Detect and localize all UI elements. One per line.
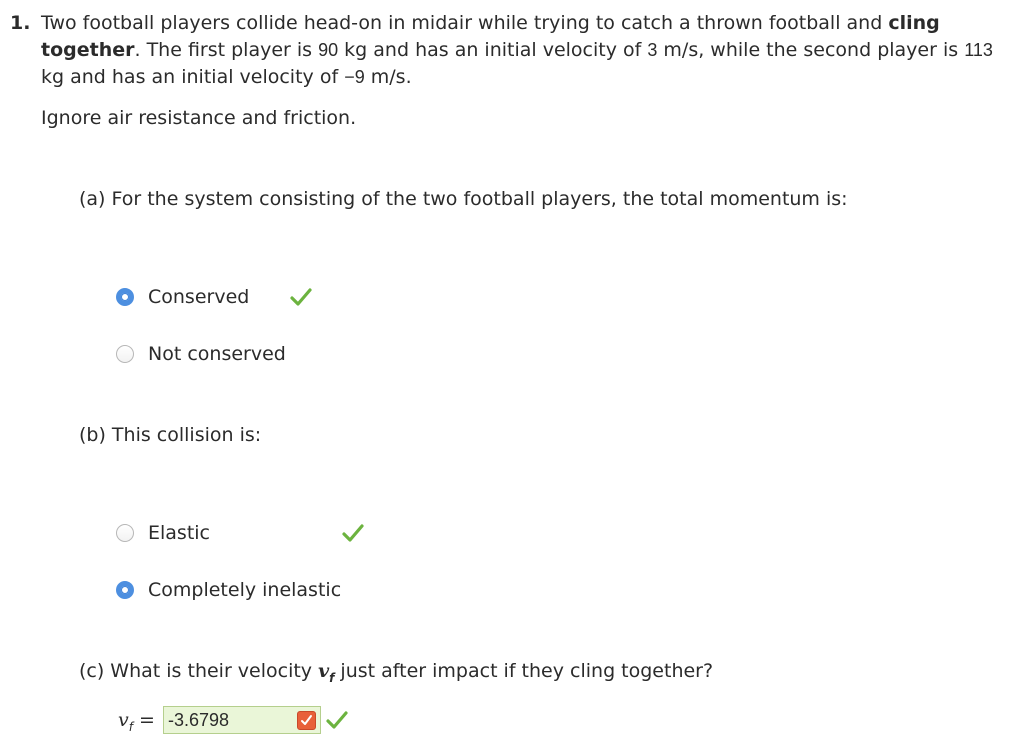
radio-unselected-icon[interactable] — [116, 524, 134, 542]
velocity-1: 3 — [647, 40, 658, 60]
part-a-prompt: (a) For the system consisting of the two… — [79, 188, 848, 210]
option-completely-inelastic[interactable]: Completely inelastic — [116, 577, 341, 603]
part-c-prompt: (c) What is their velocity vf just after… — [79, 660, 714, 685]
answer-label: vf = — [118, 709, 155, 734]
question-page: 1. Two football players collide head-on … — [0, 0, 1024, 747]
question-note: Ignore air resistance and friction. — [41, 107, 357, 129]
option-label: Not conserved — [148, 343, 286, 365]
answer-flag-icon[interactable] — [297, 711, 316, 730]
question-number: 1. — [10, 12, 31, 34]
option-conserved[interactable]: Conserved — [116, 284, 249, 310]
radio-selected-icon[interactable] — [116, 288, 134, 306]
question-text: Two football players collide head-on in … — [41, 12, 993, 88]
mass-1: 90 — [318, 40, 339, 60]
checkmark-icon — [326, 711, 348, 729]
option-not-conserved[interactable]: Not conserved — [116, 341, 286, 367]
radio-unselected-icon[interactable] — [116, 345, 134, 363]
option-label: Completely inelastic — [148, 579, 342, 601]
part-b-prompt: (b) This collision is: — [79, 424, 262, 446]
radio-selected-icon[interactable] — [116, 581, 134, 599]
mass-2: 113 — [964, 40, 993, 60]
flag-check-icon — [301, 715, 312, 725]
checkmark-icon — [290, 288, 312, 306]
checkmark-icon — [342, 524, 364, 542]
option-label: Elastic — [148, 522, 211, 544]
option-label: Conserved — [148, 286, 250, 308]
velocity-variable: v — [318, 660, 330, 682]
velocity-2: −9 — [344, 67, 365, 87]
option-elastic[interactable]: Elastic — [116, 520, 210, 546]
